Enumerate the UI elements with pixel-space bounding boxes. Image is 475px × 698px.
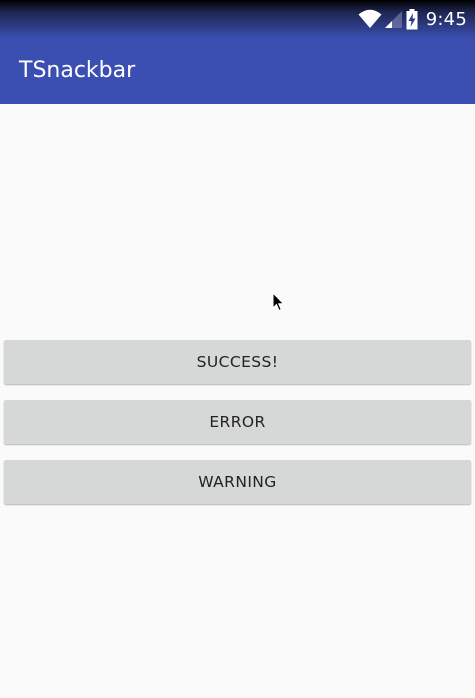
main-content: SUCCESS! ERROR WARNING: [0, 104, 475, 698]
success-button[interactable]: SUCCESS!: [4, 340, 471, 384]
warning-button[interactable]: WARNING: [4, 460, 471, 504]
battery-charging-icon: [406, 8, 418, 30]
cell-signal-icon: [384, 9, 403, 29]
error-button[interactable]: ERROR: [4, 400, 471, 444]
status-icons: 9:45: [358, 7, 467, 31]
status-bar: 9:45: [0, 0, 475, 39]
clock-time: 9:45: [425, 8, 467, 30]
app-bar: TSnackbar: [0, 39, 475, 104]
mouse-pointer-icon: [272, 291, 285, 316]
wifi-icon: [358, 9, 382, 29]
page-title: TSnackbar: [19, 58, 136, 83]
